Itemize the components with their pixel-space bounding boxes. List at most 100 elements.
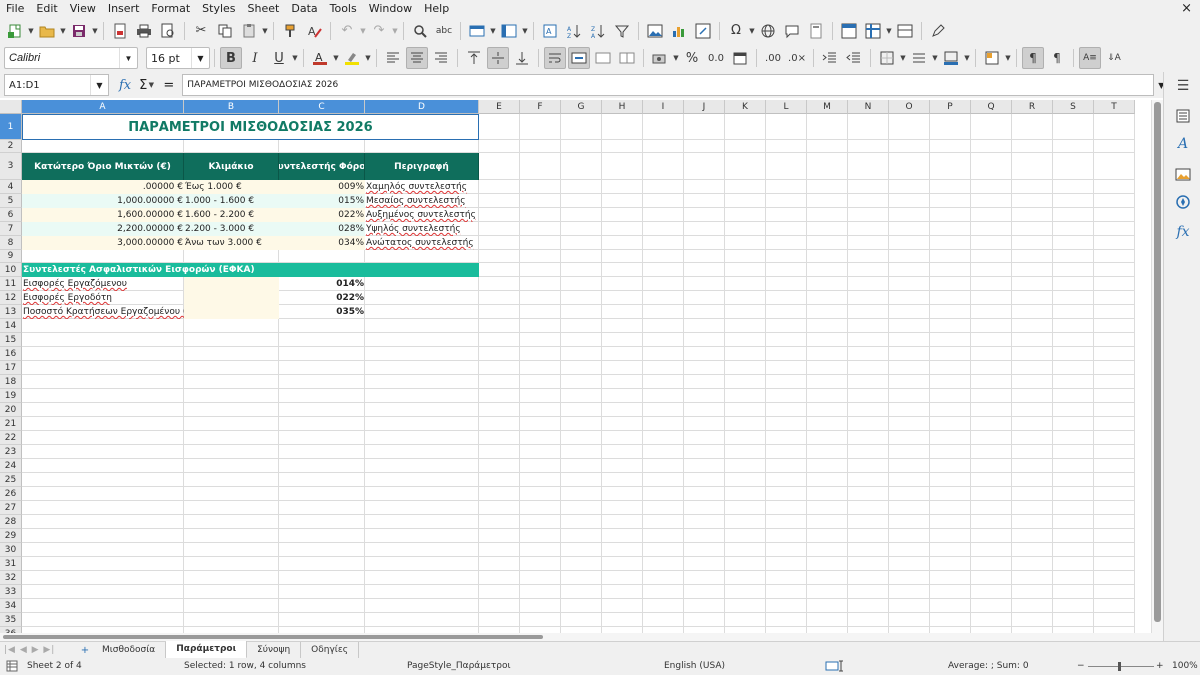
conditional-format-icon[interactable]: [981, 47, 1003, 69]
column-header-d[interactable]: D: [365, 100, 479, 114]
row-header-19[interactable]: 19: [0, 389, 22, 403]
row-header-13[interactable]: 13: [0, 305, 22, 319]
column-dropdown-icon[interactable]: ▼: [521, 27, 529, 35]
highlight-color-icon[interactable]: [341, 47, 363, 69]
print-preview-icon[interactable]: [157, 20, 179, 42]
row-header-1[interactable]: 1: [0, 114, 22, 140]
zoom-level[interactable]: 100%: [1172, 658, 1198, 675]
zoom-in-icon[interactable]: +: [1156, 658, 1164, 675]
add-decimal-icon[interactable]: .00: [762, 47, 784, 69]
column-header-g[interactable]: G: [561, 100, 602, 114]
efka-label-cell[interactable]: Εισφορές Εργαζόμενου: [22, 277, 184, 291]
selection-mode-icon[interactable]: [825, 658, 845, 675]
underline-icon[interactable]: U: [268, 47, 290, 69]
borders-dropdown-icon[interactable]: ▼: [899, 54, 907, 62]
efka-spacer-cell[interactable]: [184, 277, 279, 291]
align-left-icon[interactable]: [382, 47, 404, 69]
column-header-p[interactable]: P: [930, 100, 971, 114]
row-header-15[interactable]: 15: [0, 333, 22, 347]
sort-descending-icon[interactable]: ZA: [587, 20, 609, 42]
tax-lower-limit-cell[interactable]: 1,000.00000 €: [22, 194, 184, 208]
tax-bracket-cell[interactable]: Έως 1.000 €: [184, 180, 279, 194]
zoom-slider[interactable]: [1088, 666, 1154, 667]
properties-icon[interactable]: [1173, 106, 1193, 126]
tab-parametroi[interactable]: Παράμετροι: [166, 641, 248, 659]
row-header-26[interactable]: 26: [0, 487, 22, 501]
sheet-title-cell[interactable]: ΠΑΡΑΜΕΤΡΟΙ ΜΙΣΘΟΔΟΣΙΑΣ 2026: [22, 114, 479, 140]
pivot-table-icon[interactable]: [692, 20, 714, 42]
column-header-h[interactable]: H: [602, 100, 643, 114]
row-header-28[interactable]: 28: [0, 515, 22, 529]
border-style-dropdown-icon[interactable]: ▼: [931, 54, 939, 62]
spelling-icon[interactable]: abc: [433, 20, 455, 42]
tax-description-cell[interactable]: Αυξημένος συντελεστής: [365, 208, 479, 222]
column-header-r[interactable]: R: [1012, 100, 1053, 114]
currency-format-icon[interactable]: [649, 47, 671, 69]
number-format-icon[interactable]: 0.0: [705, 47, 727, 69]
define-print-area-icon[interactable]: [838, 20, 860, 42]
row-header-4[interactable]: 4: [0, 180, 22, 194]
row-header-31[interactable]: 31: [0, 557, 22, 571]
autofilter-icon[interactable]: A: [539, 20, 561, 42]
table-header-cell[interactable]: Κατώτερο Όριο Μικτών (€): [22, 153, 184, 180]
tab-odigies[interactable]: Οδηγίες: [301, 642, 359, 658]
align-top-icon[interactable]: [463, 47, 485, 69]
column-header-s[interactable]: S: [1053, 100, 1094, 114]
split-window-icon[interactable]: [894, 20, 916, 42]
tax-rate-cell[interactable]: 022%: [279, 208, 365, 222]
comment-icon[interactable]: [781, 20, 803, 42]
row-header-23[interactable]: 23: [0, 445, 22, 459]
table-header-cell[interactable]: Κλιμάκιο: [184, 153, 279, 180]
unmerge-cells-icon[interactable]: [616, 47, 638, 69]
border-color-icon[interactable]: [940, 47, 962, 69]
open-folder-icon[interactable]: [36, 20, 58, 42]
redo-dropdown-icon[interactable]: ▼: [391, 27, 399, 35]
tax-rate-cell[interactable]: 015%: [279, 194, 365, 208]
align-bottom-icon[interactable]: [511, 47, 533, 69]
paste-icon[interactable]: [238, 20, 260, 42]
language-status[interactable]: English (USA): [664, 658, 725, 675]
column-header-j[interactable]: J: [684, 100, 725, 114]
column-header-i[interactable]: I: [643, 100, 684, 114]
new-document-icon[interactable]: [4, 20, 26, 42]
headers-footers-icon[interactable]: [805, 20, 827, 42]
save-dropdown-icon[interactable]: ▼: [91, 27, 99, 35]
row-header-7[interactable]: 7: [0, 222, 22, 236]
font-color-dropdown-icon[interactable]: ▼: [332, 54, 340, 62]
column-header-c[interactable]: C: [279, 100, 365, 114]
row-header-10[interactable]: 10: [0, 263, 22, 277]
efka-label-cell[interactable]: Εισφορές Εργοδότη: [22, 291, 184, 305]
page-style[interactable]: PageStyle_Παράμετροι: [407, 658, 511, 675]
efka-rate-cell[interactable]: 014%: [279, 277, 365, 291]
increase-indent-icon[interactable]: [819, 47, 841, 69]
redo-icon[interactable]: ↷: [368, 20, 390, 42]
tax-lower-limit-cell[interactable]: 1,600.00000 €: [22, 208, 184, 222]
column-header-q[interactable]: Q: [971, 100, 1012, 114]
column-icon[interactable]: [498, 20, 520, 42]
paste-dropdown-icon[interactable]: ▼: [261, 27, 269, 35]
menu-edit[interactable]: Edit: [30, 0, 63, 17]
filter-icon[interactable]: [611, 20, 633, 42]
efka-label-cell[interactable]: Ποσοστό Κρατήσεων Εργαζομένου (ελ: [22, 305, 184, 319]
find-replace-icon[interactable]: [409, 20, 431, 42]
bold-icon[interactable]: B: [220, 47, 242, 69]
row-header-11[interactable]: 11: [0, 277, 22, 291]
insert-chart-icon[interactable]: [668, 20, 690, 42]
row-header-17[interactable]: 17: [0, 361, 22, 375]
add-sheet-icon[interactable]: +: [78, 645, 92, 656]
formula-input[interactable]: ΠΑΡΑΜΕΤΡΟΙ ΜΙΣΘΟΔΟΣΙΑΣ 2026: [182, 74, 1155, 96]
select-all-corner[interactable]: [0, 100, 22, 114]
vertical-scrollbar[interactable]: [1151, 100, 1163, 633]
chevron-down-icon[interactable]: ▼: [90, 75, 108, 95]
undo-dropdown-icon[interactable]: ▼: [359, 27, 367, 35]
merge-cells-icon[interactable]: [592, 47, 614, 69]
menu-sheet[interactable]: Sheet: [242, 0, 286, 17]
row-header-14[interactable]: 14: [0, 319, 22, 333]
row-header-6[interactable]: 6: [0, 208, 22, 222]
tax-lower-limit-cell[interactable]: 3,000.00000 €: [22, 236, 184, 250]
currency-dropdown-icon[interactable]: ▼: [672, 54, 680, 62]
row-header-30[interactable]: 30: [0, 543, 22, 557]
tax-description-cell[interactable]: Ανώτατος συντελεστής: [365, 236, 479, 250]
align-right-icon[interactable]: [430, 47, 452, 69]
sum-icon[interactable]: Σ: [139, 78, 147, 93]
